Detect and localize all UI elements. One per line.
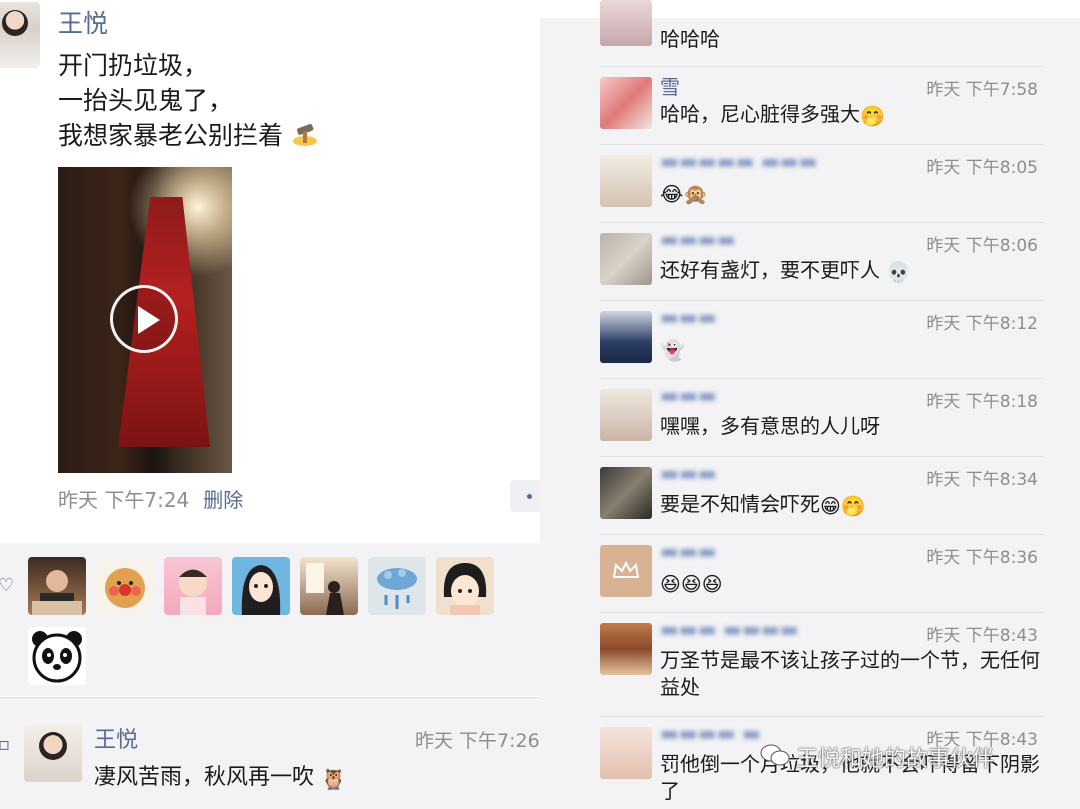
baby-photo-icon xyxy=(179,569,207,615)
commenter-name-blurred[interactable]: ▬▬▬ ▬▬▬▬ xyxy=(660,617,799,641)
emoji: 🤭 xyxy=(860,104,885,128)
comment-time: 昨天 下午8:12 xyxy=(926,314,1038,334)
comment-text: 还好有盏灯，要不更吓人 💀 xyxy=(660,257,1044,284)
ghost-emoji-icon: 👻 xyxy=(660,338,685,362)
post-text: 开门扔垃圾， 一抬头见鬼了， 我想家暴老公别拦着 xyxy=(58,48,319,153)
avatar[interactable] xyxy=(600,727,652,779)
likes-section: ♡ xyxy=(0,543,540,696)
commenter-name-blurred[interactable]: ▬▬▬▬ ▬ xyxy=(660,721,761,745)
comment-time: 昨天 下午8:06 xyxy=(926,236,1038,256)
post-time: 昨天 下午7:24 xyxy=(58,488,190,512)
hammer-emoji-icon xyxy=(292,124,317,146)
crown-icon xyxy=(612,560,640,578)
avatar[interactable] xyxy=(600,0,652,46)
comment-text: 凄风苦雨，秋风再一吹 🦉 xyxy=(94,759,346,791)
heart-icon: ♡ xyxy=(0,575,15,596)
commenter-name-blurred[interactable]: ▬▬▬▬ xyxy=(660,227,736,251)
panda-icon xyxy=(32,631,82,683)
commenter-name-blurred[interactable]: ▬▬▬▬▬ ▬▬▬ xyxy=(660,149,818,173)
like-avatar-8[interactable] xyxy=(28,627,86,685)
comment-text-content: 哈哈，尼心脏得多强大 xyxy=(660,102,860,126)
like-avatar-5[interactable] xyxy=(300,557,358,615)
delete-link[interactable]: 删除 xyxy=(203,488,243,512)
comment-text: 😆😆😆 xyxy=(660,569,1044,596)
like-avatar-3[interactable] xyxy=(164,557,222,615)
post-line-3-text: 我想家暴老公别拦着 xyxy=(58,121,284,150)
person-photo-icon xyxy=(32,570,82,615)
comment-row[interactable]: ▬▬▬ ▬▬▬▬ 昨天 下午8:43 万圣节是最不该让孩子过的一个节，无任何益处 xyxy=(600,612,1044,716)
comment-text: 👻 xyxy=(660,335,1044,362)
moments-post-panel: 王悦 开门扔垃圾， 一抬头见鬼了， 我想家暴老公别拦着 昨天 下午7:24 删除 … xyxy=(0,0,540,809)
commenter-name-blurred[interactable]: ▬▬▬ xyxy=(660,305,717,329)
commenter-name-blurred[interactable]: ▬▬▬ xyxy=(660,539,717,563)
comment-row[interactable]: ▬▬▬▬▬ ▬▬▬ 昨天 下午8:05 😂🙊 xyxy=(600,144,1044,222)
silhouette-photo-icon xyxy=(306,563,344,615)
comment-text: 嘿嘿，多有意思的人儿呀 xyxy=(660,414,880,438)
comment-text: 哈哈哈 xyxy=(660,27,720,51)
cartoon-face-icon xyxy=(443,563,487,615)
avatar[interactable] xyxy=(600,545,652,597)
comment-icon: ▫ xyxy=(0,734,11,755)
wechat-logo-icon xyxy=(760,744,790,766)
post-line-2: 一抬头见鬼了， xyxy=(58,86,234,115)
commenter-name[interactable]: 雪 xyxy=(660,71,680,100)
comment-text: 哈哈，尼心脏得多强大🤭 xyxy=(660,101,1044,128)
comment-row[interactable]: 雪 昨天 下午7:58 哈哈，尼心脏得多强大🤭 xyxy=(600,66,1044,144)
avatar[interactable] xyxy=(600,77,652,129)
avatar[interactable] xyxy=(600,233,652,285)
comment-row[interactable]: ▬▬▬ 昨天 下午8:34 要是不知情会吓死😁🤭 xyxy=(600,456,1044,534)
avatar[interactable] xyxy=(600,467,652,519)
post-line-3: 我想家暴老公别拦着 xyxy=(58,118,319,153)
comments-list-panel: 哈哈哈 雪 昨天 下午7:58 哈哈，尼心脏得多强大🤭 ▬▬▬▬▬ ▬▬▬ 昨天… xyxy=(540,0,1080,809)
owl-emoji-icon: 🦉 xyxy=(321,767,346,791)
avatar[interactable] xyxy=(600,155,652,207)
comment-row[interactable]: 哈哈哈 xyxy=(600,0,1044,60)
post-author-name[interactable]: 王悦 xyxy=(58,4,108,40)
skull-emoji-icon: 💀 xyxy=(886,260,912,284)
like-avatar-2[interactable] xyxy=(96,557,154,615)
watermark-text: 王悦和她的故事伙伴 xyxy=(796,747,995,772)
comment-time: 昨天 下午8:36 xyxy=(926,548,1038,568)
comments-section: ▫ 王悦 昨天 下午7:26 凄风苦雨，秋风再一吹 🦉 xyxy=(0,697,540,809)
comment-row[interactable]: ▬▬▬▬ 昨天 下午8:06 还好有盏灯，要不更吓人 💀 xyxy=(600,222,1044,300)
rain-cloud-icon xyxy=(377,568,417,609)
comment-text-content: 要是不知情会吓死 xyxy=(660,492,820,516)
comment-time: 昨天 下午7:58 xyxy=(926,80,1038,100)
video-thumbnail[interactable] xyxy=(58,167,232,473)
post-meta: 昨天 下午7:24 删除 xyxy=(58,484,243,513)
comment-time: 昨天 下午8:34 xyxy=(926,470,1038,490)
laugh-emoji-icon: 😆😆😆 xyxy=(660,572,723,596)
avatar[interactable] xyxy=(600,389,652,441)
post-author-avatar[interactable] xyxy=(0,2,40,68)
play-icon[interactable] xyxy=(110,285,178,353)
like-avatar-7[interactable] xyxy=(436,557,494,615)
comment-text-content: 还好有盏灯，要不更吓人 xyxy=(660,258,880,282)
comment-avatar[interactable] xyxy=(24,724,82,782)
comment-author-name[interactable]: 王悦 xyxy=(94,722,138,754)
post-line-1: 开门扔垃圾， xyxy=(58,51,209,80)
cartoon-girl-icon xyxy=(241,565,281,615)
comment-row[interactable]: ▬▬▬ 昨天 下午8:18 嘿嘿，多有意思的人儿呀 xyxy=(600,378,1044,456)
commenter-name-blurred[interactable]: ▬▬▬ xyxy=(660,383,717,407)
comment-time: 昨天 下午7:26 xyxy=(415,730,540,752)
like-avatar-6[interactable] xyxy=(368,557,426,615)
comment-text: 要是不知情会吓死😁🤭 xyxy=(660,491,1044,518)
comment-text: 😂🙊 xyxy=(660,179,1044,206)
comment-row[interactable]: ▬▬▬ 昨天 下午8:12 👻 xyxy=(600,300,1044,378)
like-avatar-1[interactable] xyxy=(28,557,86,615)
comment-text-content: 凄风苦雨，秋风再一吹 xyxy=(94,765,315,790)
comment-text: 万圣节是最不该让孩子过的一个节，无任何益处 xyxy=(660,648,1040,699)
comment-time: 昨天 下午8:43 xyxy=(926,626,1038,646)
like-avatar-4[interactable] xyxy=(232,557,290,615)
comment-row[interactable]: ▬▬▬ 昨天 下午8:36 😆😆😆 xyxy=(600,534,1044,612)
grin-emoji-icon: 😁🤭 xyxy=(820,494,866,518)
avatar[interactable] xyxy=(600,623,652,675)
laughing-emoji: 😂🙊 xyxy=(660,182,709,206)
more-options-button[interactable] xyxy=(510,480,540,512)
anpanman-icon xyxy=(105,568,145,608)
avatar[interactable] xyxy=(600,311,652,363)
commenter-name-blurred[interactable]: ▬▬▬ xyxy=(660,461,717,485)
comment-time: 昨天 下午8:05 xyxy=(926,158,1038,178)
comment-time: 昨天 下午8:18 xyxy=(926,392,1038,412)
